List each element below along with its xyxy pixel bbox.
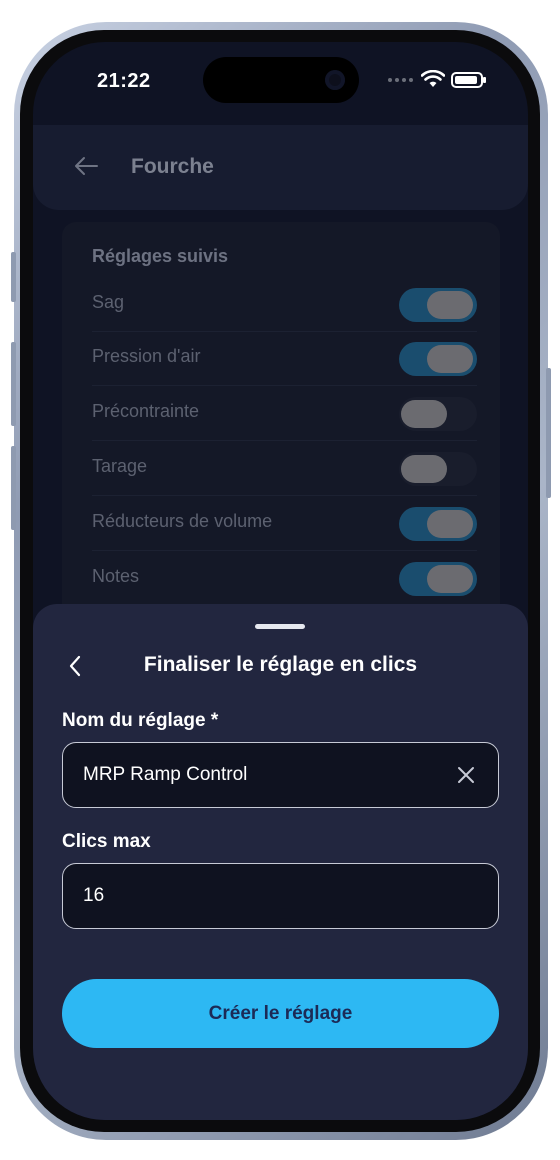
toggle-air-pressure[interactable] — [399, 342, 477, 376]
name-field-label: Nom du réglage * — [62, 710, 219, 731]
arrow-left-icon[interactable] — [73, 155, 99, 177]
app-header: Fourche — [33, 125, 528, 210]
status-time: 21:22 — [97, 70, 151, 92]
create-setting-label: Créer le réglage — [208, 1003, 353, 1024]
card-title: Réglages suivis — [92, 246, 229, 266]
action-button — [11, 252, 16, 302]
setting-row-air-pressure: Pression d'air — [92, 332, 477, 386]
close-icon[interactable] — [456, 765, 476, 785]
toggle-knob — [427, 565, 473, 593]
page-title: Fourche — [131, 155, 214, 178]
dynamic-island — [203, 57, 359, 103]
cellular-signal-icon — [388, 78, 413, 82]
setting-label: Réducteurs de volume — [92, 511, 273, 531]
setting-label: Sag — [92, 292, 125, 312]
setting-label: Précontrainte — [92, 401, 200, 421]
screen: 21:22 Fourche Réglages suivis Sag Pressi… — [33, 42, 528, 1120]
toggle-knob — [401, 455, 447, 483]
setting-row-notes: Notes — [92, 552, 477, 606]
name-field-value: MRP Ramp Control — [83, 764, 248, 785]
volume-down-button — [11, 446, 16, 530]
setting-label: Tarage — [92, 456, 148, 476]
power-button — [546, 368, 551, 498]
setting-row-volume-spacers: Réducteurs de volume — [92, 497, 477, 551]
toggle-knob — [427, 291, 473, 319]
toggle-sag[interactable] — [399, 288, 477, 322]
setting-row-preload: Précontrainte — [92, 387, 477, 441]
max-clicks-label: Clics max — [62, 831, 151, 852]
max-clicks-value: 16 — [83, 885, 105, 906]
wifi-icon — [421, 70, 445, 87]
toggle-volume-spacers[interactable] — [399, 507, 477, 541]
toggle-notes[interactable] — [399, 562, 477, 596]
bottom-sheet: Finaliser le réglage en clics Nom du rég… — [33, 604, 528, 1120]
battery-icon — [451, 72, 486, 88]
tracked-settings-card: Réglages suivis Sag Pression d'air Préco… — [62, 222, 500, 642]
name-field[interactable]: MRP Ramp Control — [62, 742, 499, 808]
sheet-grabber[interactable] — [255, 624, 305, 629]
toggle-knob — [427, 345, 473, 373]
max-clicks-field[interactable]: 16 — [62, 863, 499, 929]
camera-icon — [325, 70, 345, 90]
setting-row-rebound: Tarage — [92, 442, 477, 496]
volume-up-button — [11, 342, 16, 426]
setting-label: Notes — [92, 566, 140, 586]
toggle-knob — [401, 400, 447, 428]
create-setting-button[interactable]: Créer le réglage — [62, 979, 499, 1048]
toggle-rebound[interactable] — [399, 452, 477, 486]
setting-row-sag: Sag — [92, 278, 477, 332]
sheet-title: Finaliser le réglage en clics — [143, 653, 418, 676]
toggle-preload[interactable] — [399, 397, 477, 431]
toggle-knob — [427, 510, 473, 538]
setting-label: Pression d'air — [92, 346, 201, 366]
